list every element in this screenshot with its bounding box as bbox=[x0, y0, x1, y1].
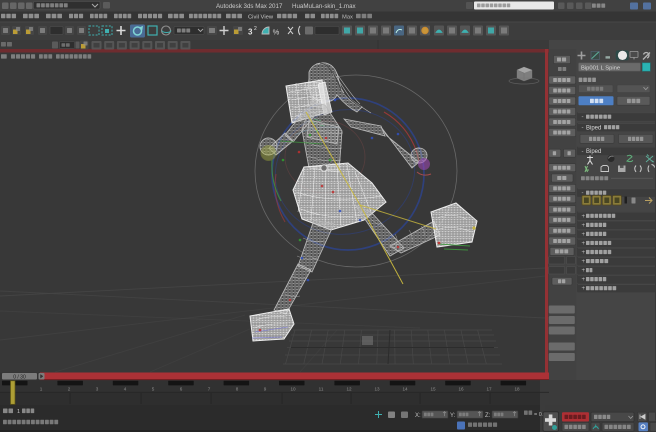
svg-text:1: 1 bbox=[40, 386, 43, 391]
svg-text:-: - bbox=[582, 115, 584, 121]
svg-text:2: 2 bbox=[254, 26, 257, 32]
svg-text:1: 1 bbox=[17, 409, 20, 415]
svg-text:Biped: Biped bbox=[586, 149, 601, 155]
svg-text:3: 3 bbox=[248, 28, 253, 37]
svg-text:%: % bbox=[273, 28, 280, 37]
svg-text:11: 11 bbox=[319, 386, 324, 391]
svg-text:13: 13 bbox=[374, 386, 380, 391]
svg-text:Biped: Biped bbox=[586, 125, 601, 131]
svg-text:3: 3 bbox=[96, 386, 99, 391]
svg-text:0 / 30: 0 / 30 bbox=[13, 374, 26, 380]
svg-text:+: + bbox=[582, 214, 586, 220]
svg-text:X:: X: bbox=[415, 413, 421, 419]
svg-text:+: + bbox=[582, 241, 586, 247]
svg-text:+: + bbox=[582, 250, 586, 256]
svg-text:Max: Max bbox=[342, 14, 353, 20]
svg-text:+: + bbox=[582, 268, 586, 274]
svg-text:Civil View: Civil View bbox=[248, 14, 274, 20]
svg-text:-: - bbox=[582, 149, 584, 155]
svg-text:+: + bbox=[582, 223, 586, 229]
svg-text:+: + bbox=[582, 259, 586, 265]
svg-text:Autodesk 3ds Max 2017: Autodesk 3ds Max 2017 bbox=[216, 3, 283, 10]
svg-text:Bip001 L Spine: Bip001 L Spine bbox=[581, 65, 620, 71]
svg-text:+: + bbox=[582, 286, 586, 292]
svg-text:9: 9 bbox=[264, 386, 267, 391]
svg-text:6: 6 bbox=[180, 386, 183, 391]
svg-text:2: 2 bbox=[68, 386, 71, 391]
svg-text:12: 12 bbox=[346, 386, 352, 391]
svg-text:+: + bbox=[582, 277, 586, 283]
svg-text:4: 4 bbox=[124, 386, 127, 391]
svg-text:17: 17 bbox=[486, 386, 492, 391]
svg-text:8: 8 bbox=[236, 386, 239, 391]
svg-text:-: - bbox=[582, 125, 584, 131]
svg-text:Y:: Y: bbox=[450, 413, 456, 419]
svg-text:14: 14 bbox=[402, 386, 408, 391]
svg-text:Z:: Z: bbox=[485, 413, 491, 419]
svg-text:5: 5 bbox=[152, 386, 155, 391]
svg-text:15: 15 bbox=[430, 386, 436, 391]
svg-text:18: 18 bbox=[514, 386, 520, 391]
svg-text:HuaMuLan-skin_1.max: HuaMuLan-skin_1.max bbox=[292, 3, 357, 10]
svg-text:7: 7 bbox=[208, 386, 211, 391]
svg-text:10: 10 bbox=[290, 386, 296, 391]
svg-text:+: + bbox=[582, 232, 586, 238]
svg-text:16: 16 bbox=[458, 386, 464, 391]
